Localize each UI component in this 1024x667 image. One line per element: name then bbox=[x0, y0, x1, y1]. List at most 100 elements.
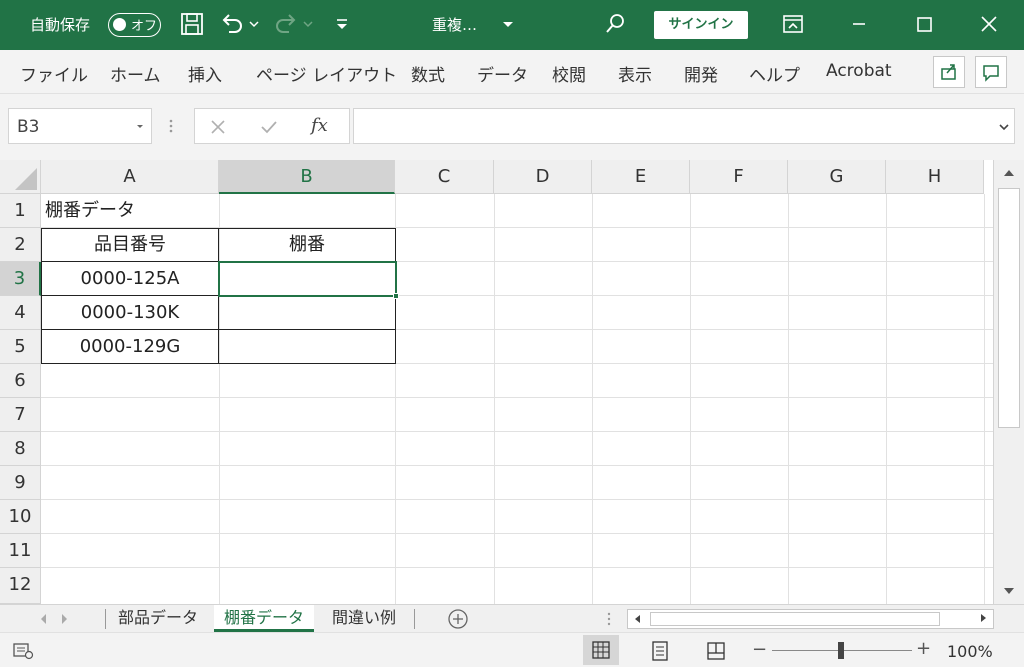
cell-b2[interactable]: 棚番 bbox=[218, 228, 396, 262]
next-sheet-icon[interactable] bbox=[58, 612, 70, 626]
sheet-tab-shelf-data[interactable]: 棚番データ bbox=[214, 605, 315, 632]
row-header-8[interactable]: 8 bbox=[0, 432, 41, 466]
row-header-6[interactable]: 6 bbox=[0, 364, 41, 398]
normal-view-icon bbox=[592, 641, 610, 659]
search-icon[interactable] bbox=[601, 10, 629, 38]
zoom-out-icon[interactable]: − bbox=[752, 639, 767, 660]
cell-a2[interactable]: 品目番号 bbox=[41, 228, 219, 262]
scroll-left-icon[interactable] bbox=[632, 613, 644, 625]
tab-view[interactable]: 表示 bbox=[618, 61, 652, 86]
column-header-d[interactable]: D bbox=[494, 160, 592, 194]
zoom-in-icon[interactable]: + bbox=[916, 638, 931, 659]
tab-file[interactable]: ファイル bbox=[20, 61, 88, 86]
row-header-7[interactable]: 7 bbox=[0, 398, 41, 432]
tab-insert[interactable]: 挿入 bbox=[188, 61, 222, 86]
page-layout-view-icon[interactable] bbox=[650, 641, 670, 661]
scroll-up-icon[interactable] bbox=[1002, 166, 1016, 180]
name-box[interactable]: B3 bbox=[8, 108, 152, 144]
title-dropdown-icon[interactable] bbox=[498, 10, 518, 38]
macro-record-icon[interactable] bbox=[12, 642, 34, 660]
comments-button[interactable] bbox=[975, 56, 1007, 88]
zoom-slider-thumb[interactable] bbox=[838, 642, 844, 659]
add-sheet-icon[interactable] bbox=[447, 608, 469, 630]
tab-data[interactable]: データ bbox=[477, 61, 528, 86]
zoom-level[interactable]: 100% bbox=[947, 642, 993, 661]
row-header-11[interactable]: 11 bbox=[0, 534, 41, 568]
redo-dropdown-icon bbox=[303, 21, 313, 28]
select-all-corner[interactable] bbox=[0, 160, 41, 194]
tab-review[interactable]: 校閲 bbox=[552, 61, 586, 86]
active-cell-selection[interactable] bbox=[218, 261, 397, 297]
scroll-down-icon[interactable] bbox=[1002, 584, 1016, 598]
cell-b5[interactable] bbox=[218, 329, 396, 364]
page-break-preview-icon[interactable] bbox=[706, 641, 726, 661]
ribbon-display-options-icon[interactable] bbox=[779, 10, 807, 38]
row-header-9[interactable]: 9 bbox=[0, 466, 41, 500]
row-header-4[interactable]: 4 bbox=[0, 296, 41, 330]
fill-handle[interactable] bbox=[393, 293, 399, 299]
tab-home[interactable]: ホーム bbox=[110, 61, 161, 86]
cell-a3[interactable]: 0000-125A bbox=[41, 261, 219, 296]
tab-divider bbox=[414, 609, 415, 629]
tab-help[interactable]: ヘルプ bbox=[749, 61, 800, 86]
signin-button[interactable]: サインイン bbox=[654, 11, 748, 39]
document-title[interactable]: 重複… bbox=[432, 15, 477, 35]
row-header-2[interactable]: 2 bbox=[0, 228, 41, 262]
comment-icon bbox=[983, 65, 999, 82]
autosave-toggle[interactable]: オフ bbox=[108, 13, 161, 37]
row-header-5[interactable]: 5 bbox=[0, 330, 41, 364]
column-header-f[interactable]: F bbox=[690, 160, 788, 194]
vertical-scroll-thumb[interactable] bbox=[998, 188, 1020, 428]
insert-function-icon[interactable]: fx bbox=[311, 115, 328, 136]
share-button[interactable] bbox=[933, 56, 965, 88]
prev-sheet-icon[interactable] bbox=[38, 612, 50, 626]
cell-b4[interactable] bbox=[218, 295, 396, 330]
status-bar: − + 100% bbox=[0, 632, 1024, 667]
sheet-tab-parts-data[interactable]: 部品データ bbox=[108, 605, 208, 632]
name-box-dropdown-icon[interactable] bbox=[135, 122, 145, 132]
vertical-scrollbar[interactable] bbox=[993, 160, 1024, 604]
scroll-right-icon[interactable] bbox=[977, 612, 989, 624]
close-icon[interactable] bbox=[975, 10, 1003, 38]
tab-split-handle-icon[interactable] bbox=[605, 610, 613, 628]
save-icon[interactable] bbox=[178, 10, 206, 38]
undo-dropdown-icon[interactable] bbox=[247, 10, 261, 38]
tab-formulas[interactable]: 数式 bbox=[411, 61, 445, 86]
customize-toolbar-icon[interactable] bbox=[328, 10, 356, 38]
column-header-g[interactable]: G bbox=[788, 160, 886, 194]
gridline bbox=[41, 533, 993, 534]
tab-acrobat[interactable]: Acrobat bbox=[826, 61, 892, 81]
formula-bar-resize-icon[interactable] bbox=[166, 116, 176, 136]
gridline bbox=[41, 397, 993, 398]
cancel-icon[interactable] bbox=[209, 118, 227, 136]
cell-a1[interactable]: 棚番データ bbox=[45, 194, 135, 228]
row-header-1[interactable]: 1 bbox=[0, 194, 41, 228]
tab-page-layout[interactable]: ページ レイアウト bbox=[256, 61, 397, 86]
horizontal-scrollbar[interactable] bbox=[627, 609, 994, 629]
cell-a5[interactable]: 0000-129G bbox=[41, 329, 219, 364]
autosave-state: オフ bbox=[131, 19, 158, 34]
redo-icon bbox=[276, 14, 296, 33]
undo-icon[interactable] bbox=[218, 10, 246, 38]
column-header-e[interactable]: E bbox=[592, 160, 690, 194]
column-header-c[interactable]: C bbox=[395, 160, 494, 194]
column-header-a[interactable]: A bbox=[41, 160, 219, 194]
gridline bbox=[592, 194, 593, 604]
normal-view-button[interactable] bbox=[583, 635, 619, 665]
minimize-icon[interactable] bbox=[845, 10, 873, 38]
enter-icon[interactable] bbox=[259, 118, 279, 136]
row-header-3[interactable]: 3 bbox=[0, 262, 41, 296]
cell-a4[interactable]: 0000-130K bbox=[41, 295, 219, 330]
formula-input[interactable] bbox=[353, 108, 1015, 144]
horizontal-scroll-thumb[interactable] bbox=[650, 612, 940, 626]
column-header-b[interactable]: B bbox=[219, 160, 395, 194]
tab-developer[interactable]: 開発 bbox=[684, 61, 718, 86]
row-header-10[interactable]: 10 bbox=[0, 500, 41, 534]
column-header-h[interactable]: H bbox=[886, 160, 984, 194]
sheet-tab-error-examples[interactable]: 間違い例 bbox=[322, 605, 406, 632]
ribbon-tabs: ファイル ホーム 挿入 ページ レイアウト 数式 データ 校閲 表示 開発 ヘル… bbox=[0, 50, 1024, 94]
row-header-12[interactable]: 12 bbox=[0, 568, 41, 604]
maximize-icon[interactable] bbox=[910, 10, 938, 38]
expand-formula-bar-icon[interactable] bbox=[998, 121, 1010, 133]
formula-buttons: fx bbox=[194, 108, 350, 144]
